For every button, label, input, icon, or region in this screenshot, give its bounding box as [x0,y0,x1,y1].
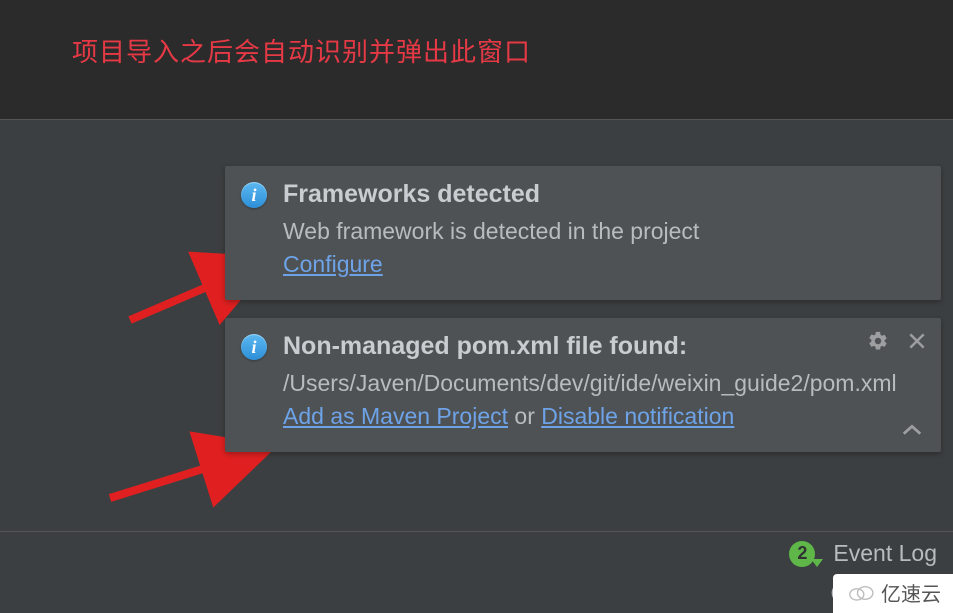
chevron-up-icon[interactable] [901,423,923,442]
configure-link[interactable]: Configure [283,251,383,277]
watermark-text: 亿速云 [881,578,941,607]
or-separator: or [508,403,541,429]
annotation-text: 项目导入之后会自动识别并弹出此窗口 [72,32,953,69]
notification-title: Frameworks detected [283,180,901,209]
event-log-button[interactable]: 2 Event Log [789,540,937,567]
event-log-label: Event Log [833,540,937,567]
disable-notification-link[interactable]: Disable notification [541,403,734,429]
gear-icon[interactable] [867,330,889,352]
watermark: 亿速云 [833,574,953,613]
dark-editor-area: 项目导入之后会自动识别并弹出此窗口 [0,0,953,120]
notification-frameworks-detected: Frameworks detected Web framework is det… [225,166,941,300]
notification-pom-found: Non-managed pom.xml file found: /Users/J… [225,318,941,452]
notification-body: /Users/Javen/Documents/dev/git/ide/weixi… [283,367,901,434]
close-icon[interactable] [907,331,927,351]
add-maven-link[interactable]: Add as Maven Project [283,403,508,429]
info-icon [241,182,267,208]
notification-body: Web framework is detected in the project… [283,215,901,282]
status-bar: 2 Event Log Git: master [0,531,953,613]
speech-tail-icon [811,559,823,567]
notification-message: Web framework is detected in the project [283,218,699,244]
notification-title: Non-managed pom.xml file found: [283,332,901,361]
file-path: /Users/Javen/Documents/dev/git/ide/weixi… [283,370,897,396]
info-icon [241,334,267,360]
